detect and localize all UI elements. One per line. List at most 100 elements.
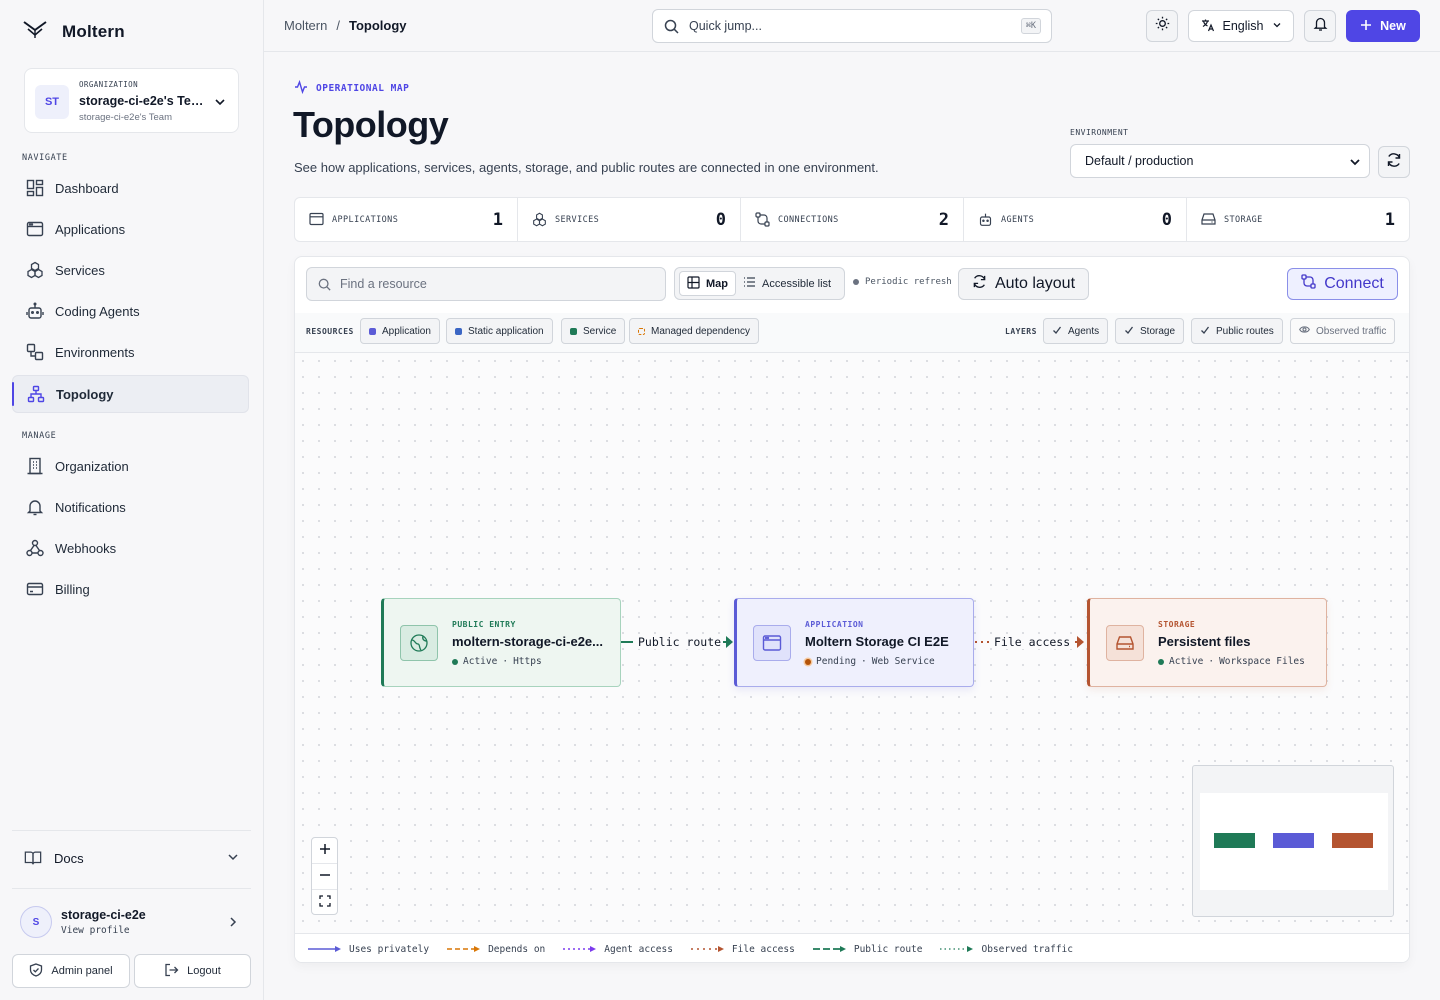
layer-toggle-observed-traffic[interactable]: Observed traffic: [1290, 318, 1396, 344]
new-button[interactable]: New: [1346, 10, 1420, 42]
search-icon: [318, 278, 331, 296]
find-resource-input[interactable]: Find a resource: [306, 267, 666, 301]
environment-select[interactable]: Default / production: [1070, 144, 1370, 178]
sidebar-item-coding-agents[interactable]: Coding Agents: [12, 292, 249, 330]
meta-separator: ·: [502, 656, 509, 667]
node-meta: Pending · Web Service: [805, 656, 935, 667]
breadcrumb: Moltern / Topology: [284, 18, 407, 33]
node-meta: Active · Workspace Files: [1158, 656, 1305, 667]
refresh-button[interactable]: [1378, 146, 1410, 178]
notifications-button[interactable]: [1304, 10, 1336, 42]
organization-switcher[interactable]: ST ORGANIZATION storage-ci-e2e's Team st…: [24, 68, 239, 133]
plus-icon: [1360, 19, 1372, 34]
sidebar-item-applications[interactable]: Applications: [12, 210, 249, 248]
sidebar-item-organization[interactable]: Organization: [12, 447, 249, 485]
chip-label: Application: [382, 325, 431, 337]
check-icon: [1124, 325, 1134, 338]
avatar: S: [20, 906, 52, 938]
chip-label: Managed dependency: [651, 325, 750, 337]
view-map-button[interactable]: Map: [679, 271, 736, 296]
legend-swatch: [638, 327, 645, 335]
sidebar-item-label: Dashboard: [55, 180, 119, 196]
stat-value: 0: [715, 210, 726, 230]
layer-toggle-public-routes[interactable]: Public routes: [1191, 318, 1283, 344]
shield-check-icon: [29, 962, 43, 980]
layer-toggle-agents[interactable]: Agents: [1043, 318, 1109, 344]
auto-layout-label: Auto layout: [994, 275, 1076, 292]
sidebar-item-label: Topology: [56, 386, 114, 402]
layer-toggle-storage[interactable]: Storage: [1115, 318, 1185, 344]
find-resource-placeholder: Find a resource: [340, 277, 427, 291]
periodic-refresh-label: Periodic refresh: [865, 277, 952, 287]
page-eyebrow-text: OPERATIONAL MAP: [316, 83, 410, 94]
language-select[interactable]: English: [1188, 10, 1294, 42]
filter-chip-service[interactable]: Service: [561, 318, 626, 344]
sidebar-item-services[interactable]: Services: [12, 251, 249, 289]
connections-icon: [755, 212, 770, 232]
profile-link[interactable]: S storage-ci-e2e View profile: [12, 900, 251, 944]
moltern-logo-icon: [22, 18, 48, 45]
status-dot: [1158, 658, 1164, 665]
layers-label: LAYERS: [1005, 327, 1037, 336]
view-map-label: Map: [706, 277, 728, 290]
node-public-entry[interactable]: PUBLIC ENTRY moltern-storage-ci-e2e... A…: [381, 598, 621, 687]
environments-icon: [26, 343, 44, 361]
status-dot: [853, 279, 859, 285]
cubes-icon: [26, 261, 44, 279]
sidebar-item-notifications[interactable]: Notifications: [12, 488, 249, 526]
logout-button[interactable]: Logout: [134, 954, 251, 988]
zoom-in-button[interactable]: [312, 838, 337, 864]
brand-name: Moltern: [62, 21, 125, 41]
breadcrumb-root[interactable]: Moltern: [284, 18, 327, 33]
docs-toggle[interactable]: Docs: [12, 840, 251, 876]
filter-chip-application[interactable]: Application: [360, 318, 440, 344]
sidebar-item-webhooks[interactable]: Webhooks: [12, 529, 249, 567]
hard-drive-icon: [1106, 625, 1144, 661]
page-eyebrow: OPERATIONAL MAP: [294, 79, 410, 97]
sidebar-item-environments[interactable]: Environments: [12, 333, 249, 371]
quick-jump-input[interactable]: Quick jump... ⌘K: [652, 9, 1052, 43]
chip-label: Static application: [468, 325, 544, 337]
legend-label: File access: [731, 943, 795, 955]
fit-view-button[interactable]: [312, 890, 337, 916]
zoom-out-button[interactable]: [312, 864, 337, 890]
legend-label: Depends on: [488, 943, 546, 955]
auto-layout-button[interactable]: Auto layout: [958, 268, 1089, 300]
filter-chip-static-application[interactable]: Static application: [446, 318, 553, 344]
brand[interactable]: Moltern: [22, 18, 125, 45]
minimap[interactable]: [1192, 765, 1394, 917]
cubes-icon: [532, 212, 547, 232]
dashboard-icon: [26, 179, 44, 197]
topology-icon: [27, 385, 45, 403]
edge-legend: Uses privately Depends on Agent access F…: [295, 933, 1409, 962]
node-storage[interactable]: STORAGE Persistent files Active · Worksp…: [1087, 598, 1327, 687]
sidebar: Moltern ST ORGANIZATION storage-ci-e2e's…: [0, 0, 264, 1000]
filter-chip-managed-dependency[interactable]: Managed dependency: [629, 318, 759, 344]
sidebar-item-billing[interactable]: Billing: [12, 570, 249, 608]
node-detail: Workspace Files: [1219, 656, 1305, 667]
legend-label: Agent access: [604, 943, 673, 955]
environment-value: Default / production: [1085, 154, 1194, 168]
topology-canvas[interactable]: Public route File access PUBLIC ENTRY mo…: [295, 353, 1409, 933]
view-list-button[interactable]: Accessible list: [743, 271, 831, 296]
sidebar-item-label: Services: [55, 262, 105, 278]
node-application[interactable]: APPLICATION Moltern Storage CI E2E Pendi…: [734, 598, 974, 687]
stat-label: AGENTS: [1001, 215, 1035, 225]
logout-label: Logout: [187, 965, 221, 977]
sidebar-item-topology[interactable]: Topology: [12, 375, 249, 413]
stat-value: 0: [1161, 210, 1172, 230]
connect-button[interactable]: Connect: [1287, 268, 1398, 300]
node-eyebrow: APPLICATION: [805, 620, 864, 629]
sidebar-item-dashboard[interactable]: Dashboard: [12, 169, 249, 207]
legend-line-dotted: [690, 946, 724, 952]
node-eyebrow: STORAGE: [1158, 620, 1196, 629]
theme-toggle-button[interactable]: [1146, 10, 1178, 42]
topbar: Moltern / Topology Quick jump... ⌘K Engl…: [264, 0, 1440, 52]
book-icon: [24, 849, 42, 867]
nav-heading-manage: MANAGE: [22, 431, 57, 441]
minus-icon: [319, 868, 331, 886]
stat-label: SERVICES: [555, 215, 600, 225]
stat-value: 1: [492, 210, 503, 230]
admin-panel-button[interactable]: Admin panel: [12, 954, 130, 988]
sidebar-item-label: Billing: [55, 581, 90, 597]
